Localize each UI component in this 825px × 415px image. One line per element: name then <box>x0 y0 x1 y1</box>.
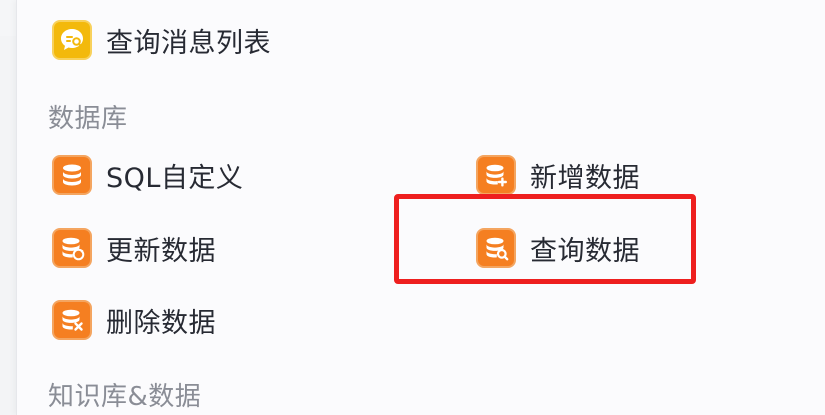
menu-item-label: SQL自定义 <box>106 162 244 194</box>
menu-item-label: 更新数据 <box>106 235 216 267</box>
section-title-knowledge-data: 知识库&数据 <box>48 382 202 412</box>
menu-item-label: 新增数据 <box>530 162 640 194</box>
chat-search-icon <box>52 20 92 60</box>
menu-item-add-data[interactable]: 新增数据 <box>476 153 640 197</box>
menu-item-label: 查询消息列表 <box>106 27 271 59</box>
menu-item-label: 删除数据 <box>106 307 216 339</box>
menu-item-update-data[interactable]: 更新数据 <box>52 226 216 270</box>
database-icon <box>52 155 92 195</box>
section-title-database: 数据库 <box>48 104 128 134</box>
database-search-icon <box>476 228 516 268</box>
menu-item-query-messages[interactable]: 查询消息列表 <box>52 18 271 62</box>
database-add-icon <box>476 155 516 195</box>
database-delete-icon <box>52 300 92 340</box>
menu-item-label: 查询数据 <box>530 235 640 267</box>
node-menu-panel <box>16 0 825 415</box>
menu-item-query-data[interactable]: 查询数据 <box>476 226 640 270</box>
database-refresh-icon <box>52 228 92 268</box>
menu-item-sql-custom[interactable]: SQL自定义 <box>52 153 243 197</box>
menu-item-delete-data[interactable]: 删除数据 <box>52 298 216 342</box>
